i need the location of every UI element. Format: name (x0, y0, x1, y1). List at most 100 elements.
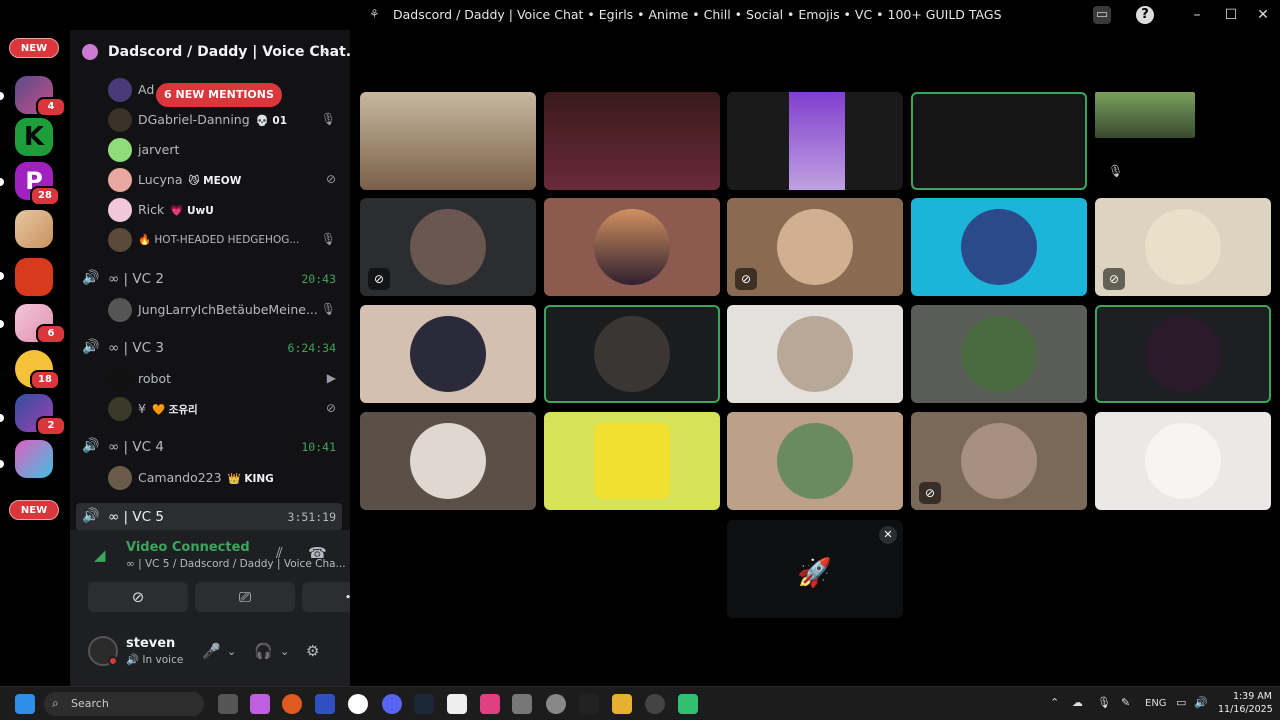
pen-icon[interactable]: ✎ (1121, 696, 1130, 709)
unread-indicator (0, 460, 4, 468)
video-tile[interactable] (1095, 412, 1271, 510)
avatar (108, 168, 132, 192)
video-tile[interactable] (544, 198, 720, 296)
video-tile[interactable] (911, 92, 1087, 190)
video-tile[interactable] (727, 92, 903, 190)
voice-channel-vc4[interactable]: 🔊 ∞ | VC 4 10:41 (76, 433, 342, 461)
signal-icon[interactable]: ◢ (94, 546, 106, 564)
steam-icon[interactable] (414, 694, 434, 714)
voice-member[interactable]: ¥ 🧡 조유리 ⊘ (106, 395, 342, 423)
voice-member[interactable]: 🔥 HOT-HEADED HEDGEHOG... 🎙 (106, 226, 342, 254)
channel-name: ∞ | VC 4 (108, 439, 164, 455)
copilot-icon[interactable] (250, 694, 270, 714)
voice-member[interactable]: Rick 💗 UwU (106, 196, 342, 224)
obs-icon[interactable] (645, 694, 665, 714)
app-icon[interactable] (348, 694, 368, 714)
discord-icon[interactable] (382, 694, 402, 714)
app-icon[interactable] (480, 694, 500, 714)
member-name: jarvert (138, 142, 180, 157)
voice-member[interactable]: JungLarryIchBetäubeMeine... 🎙 (106, 296, 342, 324)
chevron-down-icon[interactable]: ⌄ (280, 645, 289, 658)
voice-channel-vc5[interactable]: 🔊 ∞ | VC 5 3:51:19 (76, 503, 342, 531)
connection-status[interactable]: Video Connected (126, 540, 250, 555)
video-tile[interactable]: ⊘ (727, 198, 903, 296)
app-icon[interactable] (678, 694, 698, 714)
noise-suppression-icon[interactable]: ⫽ (276, 544, 283, 562)
voice-channel-vc2[interactable]: 🔊 ∞ | VC 2 20:43 (76, 265, 342, 293)
video-stage: 🎙 ⊘ ⊘ ⊘ ⊘ 🚀 ✕ (350, 30, 1280, 686)
microphone-icon[interactable]: 🎙 (1097, 696, 1111, 709)
disconnect-icon[interactable]: ☎ (308, 544, 327, 562)
video-tile[interactable] (727, 305, 903, 403)
taskbar-search[interactable]: ⌕ Search (44, 692, 204, 716)
invite-activity-tile[interactable]: 🚀 ✕ (727, 520, 903, 618)
video-tile[interactable]: ⊘ (911, 412, 1087, 510)
video-tile[interactable] (360, 92, 536, 190)
headphones-icon[interactable]: 🎧 (254, 642, 273, 660)
windows-start-icon[interactable] (15, 694, 35, 714)
new-unread-pill[interactable]: NEW (9, 500, 59, 520)
clock[interactable]: 1:39 AM 11/16/2025 (1218, 690, 1273, 716)
rocket-plus-icon: 🚀 (797, 556, 832, 589)
voice-channel-vc3[interactable]: 🔊 ∞ | VC 3 6:24:34 (76, 334, 342, 362)
username[interactable]: steven (126, 636, 175, 651)
video-tile[interactable]: ⊘ (1095, 198, 1271, 296)
share-screen-button[interactable]: ⎚ (195, 582, 295, 612)
firefox-icon[interactable] (282, 694, 302, 714)
server-cat-icon[interactable] (15, 210, 53, 248)
avatar (108, 298, 132, 322)
chevron-up-icon[interactable]: ⌃ (1050, 696, 1059, 709)
speaker-icon: 🔊 (82, 339, 100, 355)
file-explorer-icon[interactable] (612, 694, 632, 714)
video-tile[interactable] (911, 198, 1087, 296)
voice-member[interactable]: Camando223 👑 KING (106, 464, 342, 492)
new-unread-pill[interactable]: NEW (9, 38, 59, 58)
server-pink-icon[interactable] (15, 440, 53, 478)
inbox-icon[interactable]: ▭ (1093, 6, 1111, 24)
voice-member[interactable]: Lucyna 😼 MEOW ⊘ (106, 166, 342, 194)
member-name: Lucyna (138, 172, 183, 187)
help-icon[interactable]: ? (1136, 6, 1154, 24)
camera-off-button[interactable]: ⊘ (88, 582, 188, 612)
search-placeholder: Search (71, 697, 109, 710)
voice-member[interactable]: robot ▶ (106, 365, 342, 393)
video-tile[interactable] (544, 305, 720, 403)
video-tile[interactable]: ⊘ (360, 198, 536, 296)
gear-icon[interactable]: ⚙ (306, 642, 319, 660)
voice-member[interactable]: DGabriel-Danning 💀 01 🎙 (106, 106, 342, 134)
video-tile[interactable] (911, 305, 1087, 403)
volume-icon[interactable]: 🔊 (1194, 696, 1208, 709)
video-tile[interactable] (544, 412, 720, 510)
video-tile[interactable] (544, 92, 720, 190)
avatar (961, 423, 1037, 499)
close-button[interactable]: ✕ (1253, 5, 1273, 25)
video-tile[interactable] (360, 305, 536, 403)
video-tile[interactable] (727, 412, 903, 510)
video-tile[interactable] (360, 412, 536, 510)
app-icon[interactable] (512, 694, 532, 714)
language-indicator[interactable]: ENG (1145, 698, 1167, 709)
cloud-icon[interactable]: ☁ (1072, 696, 1083, 709)
video-camera-icon: ▶ (326, 371, 336, 385)
microphone-icon[interactable]: 🎤 (202, 642, 221, 660)
settings-icon[interactable] (546, 694, 566, 714)
close-icon[interactable]: ✕ (879, 526, 897, 544)
server-header[interactable]: Dadscord / Daddy | Voice Chat... ⌄ (70, 30, 362, 76)
server-k-icon[interactable]: K (15, 118, 53, 156)
chevron-down-icon[interactable]: ⌄ (227, 645, 236, 658)
server-badge-icon (82, 44, 98, 60)
maximize-button[interactable]: ☐ (1221, 5, 1241, 25)
network-icon[interactable]: ▭ (1176, 696, 1186, 709)
screen-share-preview[interactable] (1095, 92, 1195, 138)
channel-name: ∞ | VC 3 (108, 340, 164, 356)
voice-member[interactable]: Ad (106, 76, 342, 104)
server-bird-icon[interactable] (15, 258, 53, 296)
app-grid-icon[interactable] (447, 694, 467, 714)
task-view-icon[interactable] (218, 694, 238, 714)
voice-member[interactable]: jarvert (106, 136, 342, 164)
minimize-button[interactable]: – (1187, 5, 1207, 25)
video-tile[interactable] (1095, 305, 1271, 403)
user-panel: steven 🔊 In voice 🎤 ⌄ 🎧 ⌄ ⚙ (70, 622, 350, 686)
terminal-icon[interactable] (315, 694, 335, 714)
audio-app-icon[interactable] (579, 694, 599, 714)
